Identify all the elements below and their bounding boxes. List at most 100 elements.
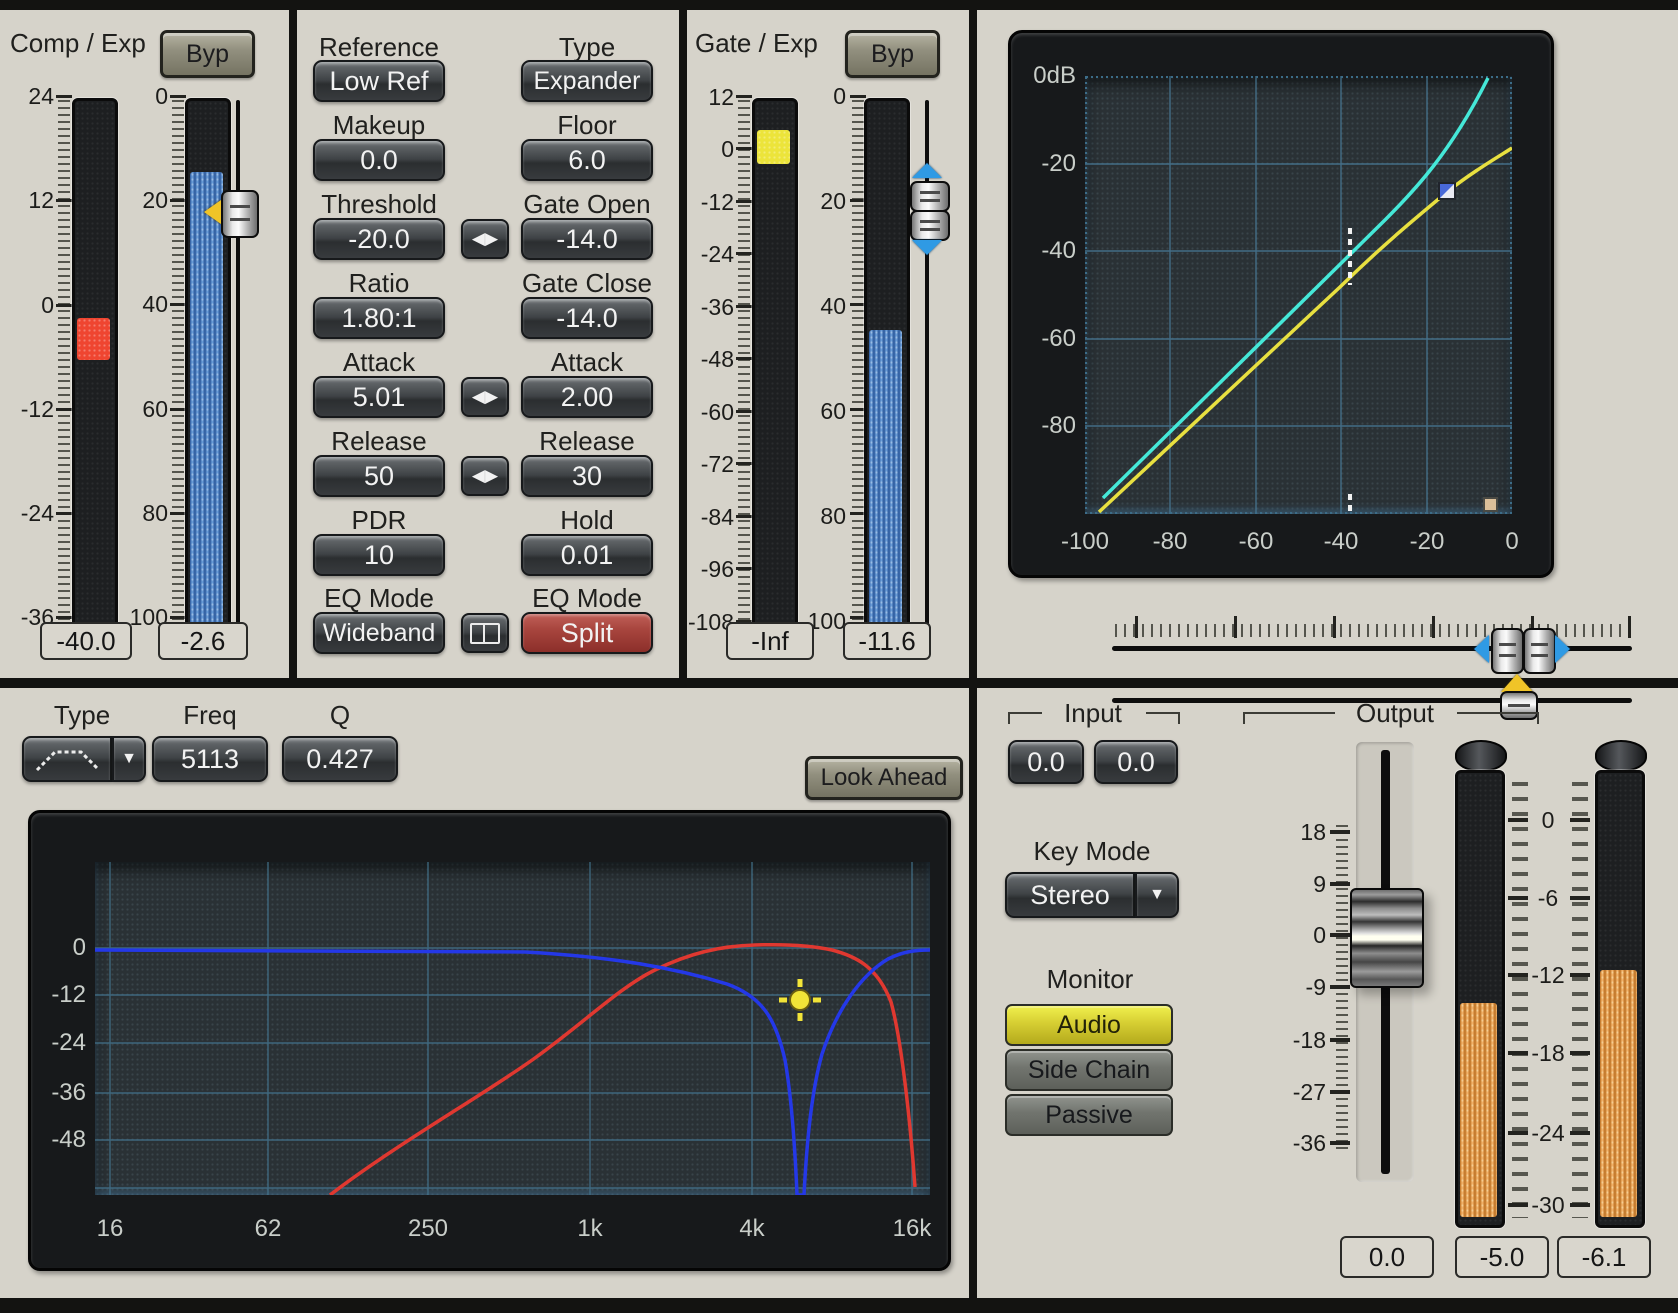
gate-bypass-button[interactable]: Byp	[845, 30, 940, 78]
threshold-link-button[interactable]: ◀▶	[461, 219, 509, 259]
param-label-gate-close: Gate Close	[507, 268, 667, 299]
tick	[1330, 1038, 1350, 1042]
comp-gr-scale-label: -12	[8, 395, 54, 423]
tick	[736, 252, 752, 255]
eq-point-handle[interactable]	[779, 979, 821, 1021]
eq-mode-split-button[interactable]: Split	[521, 612, 653, 654]
param-label-threshold: Threshold	[299, 189, 459, 220]
key-mode-dropdown[interactable]: ▼	[1135, 872, 1179, 918]
param-label-makeup: Makeup	[299, 110, 459, 141]
output-scale-label: -18	[1524, 1039, 1572, 1067]
comp-threshold-slider-track[interactable]	[236, 100, 240, 632]
tick	[736, 95, 752, 98]
tick	[1330, 1090, 1350, 1094]
param-label-hold: Hold	[507, 505, 667, 536]
param-label-eq-mode-right: EQ Mode	[507, 583, 667, 614]
top-frame-strip	[0, 0, 1678, 10]
param-label-release-comp: Release	[299, 426, 459, 457]
gate-pct-scale-label: 40	[798, 292, 846, 320]
eq-x-label: 16	[75, 1215, 145, 1243]
eq-freq-value-button[interactable]: 5113	[152, 736, 268, 782]
meter-cap-left	[1455, 740, 1507, 772]
comp-lvl-readout: -2.6	[158, 622, 248, 660]
tick	[170, 408, 186, 411]
key-mode-label: Key Mode	[1005, 836, 1179, 867]
monitor-passive-button[interactable]: Passive	[1005, 1094, 1173, 1136]
gate-threshold-slider-track[interactable]	[925, 100, 929, 632]
release-gate-value-button[interactable]: 30	[521, 455, 653, 497]
type-value-button[interactable]: Expander	[521, 60, 653, 102]
gate-open-slider-handle[interactable]	[910, 181, 950, 212]
tick	[56, 95, 72, 98]
tick	[1432, 616, 1435, 638]
comp-gr-meter-fill	[77, 318, 110, 360]
eq-q-value-button[interactable]: 0.427	[282, 736, 398, 782]
curve-handle[interactable]	[1439, 183, 1455, 199]
bottom-frame-strip	[0, 1298, 1678, 1313]
ratio-value-button[interactable]: 1.80:1	[313, 297, 445, 339]
comp-exp-title: Comp / Exp	[10, 28, 165, 59]
transfer-x-label: -60	[1221, 528, 1291, 556]
gate-exp-title: Gate / Exp	[695, 28, 845, 59]
floor-value-button[interactable]: 6.0	[521, 139, 653, 181]
monitor-side-chain-button[interactable]: Side Chain	[1005, 1049, 1173, 1091]
makeup-value-button[interactable]: 0.0	[313, 139, 445, 181]
attack-gate-value-button[interactable]: 2.00	[521, 376, 653, 418]
eq-curves	[95, 862, 930, 1195]
reference-value-button[interactable]: Low Ref	[313, 60, 445, 102]
fader-readout: 0.0	[1340, 1236, 1434, 1278]
range-handle-a[interactable]	[1491, 628, 1524, 674]
comp-bypass-button[interactable]: Byp	[160, 30, 255, 78]
input-bracket	[1146, 712, 1180, 724]
eq-q-label: Q	[282, 700, 398, 731]
eq-mode-wideband-button[interactable]: Wideband	[313, 612, 445, 654]
chevron-down-icon: ▼	[121, 750, 137, 768]
tick	[736, 305, 752, 308]
gate-lvl-scale-label: 0	[682, 135, 734, 163]
comp-threshold-slider-handle[interactable]	[221, 190, 259, 238]
monitor-label: Monitor	[1005, 964, 1175, 995]
hold-value-button[interactable]: 0.01	[521, 534, 653, 576]
param-label-eq-mode-left: EQ Mode	[299, 583, 459, 614]
eq-split-view-button[interactable]	[461, 613, 509, 653]
monitor-audio-button[interactable]: Audio	[1005, 1004, 1173, 1046]
transfer-curves	[1085, 76, 1512, 514]
comp-gr-scale-label: 12	[8, 186, 54, 214]
link-arrows-icon: ◀▶	[472, 229, 498, 249]
gate-close-slider-handle[interactable]	[910, 210, 950, 241]
gate-open-close-meter-fill	[869, 330, 902, 627]
param-label-type: Type	[507, 32, 667, 63]
attack-link-button[interactable]: ◀▶	[461, 377, 509, 417]
range-right-arrow-icon	[1555, 635, 1570, 663]
release-link-button[interactable]: ◀▶	[461, 456, 509, 496]
input-right-value-button[interactable]: 0.0	[1094, 740, 1178, 784]
bandpass-curve-icon	[31, 742, 103, 776]
tick	[1135, 616, 1138, 638]
floor-handle[interactable]	[1484, 498, 1497, 511]
tick	[1570, 1203, 1590, 1207]
gate-level-meter-fill	[757, 130, 790, 164]
split-view-icon	[470, 623, 500, 644]
output-scale-label: -24	[1524, 1119, 1572, 1147]
threshold-value-button[interactable]: -20.0	[313, 218, 445, 260]
tick	[736, 200, 752, 203]
gate-close-value-button[interactable]: -14.0	[521, 297, 653, 339]
input-left-value-button[interactable]: 0.0	[1008, 740, 1084, 784]
gate-open-value-button[interactable]: -14.0	[521, 218, 653, 260]
key-mode-value-button[interactable]: Stereo	[1005, 872, 1135, 918]
eq-type-button[interactable]	[22, 736, 112, 782]
range-handle-b[interactable]	[1523, 628, 1556, 674]
eq-type-dropdown[interactable]: ▼	[112, 736, 146, 782]
attack-comp-value-button[interactable]: 5.01	[313, 376, 445, 418]
fader-ruler	[1336, 825, 1348, 1153]
comp-lvl-scale-label: 60	[122, 395, 168, 423]
gate-lvl-scale-label: -48	[682, 345, 734, 373]
comp-gr-ruler	[58, 100, 70, 632]
output-fader-handle[interactable]	[1350, 888, 1424, 988]
look-ahead-button[interactable]: Look Ahead	[805, 756, 963, 800]
comp-lvl-scale-label: 40	[122, 290, 168, 318]
pdr-value-button[interactable]: 10	[313, 534, 445, 576]
tick	[1570, 973, 1590, 977]
release-comp-value-button[interactable]: 50	[313, 455, 445, 497]
comp-lvl-scale-label: 80	[122, 499, 168, 527]
